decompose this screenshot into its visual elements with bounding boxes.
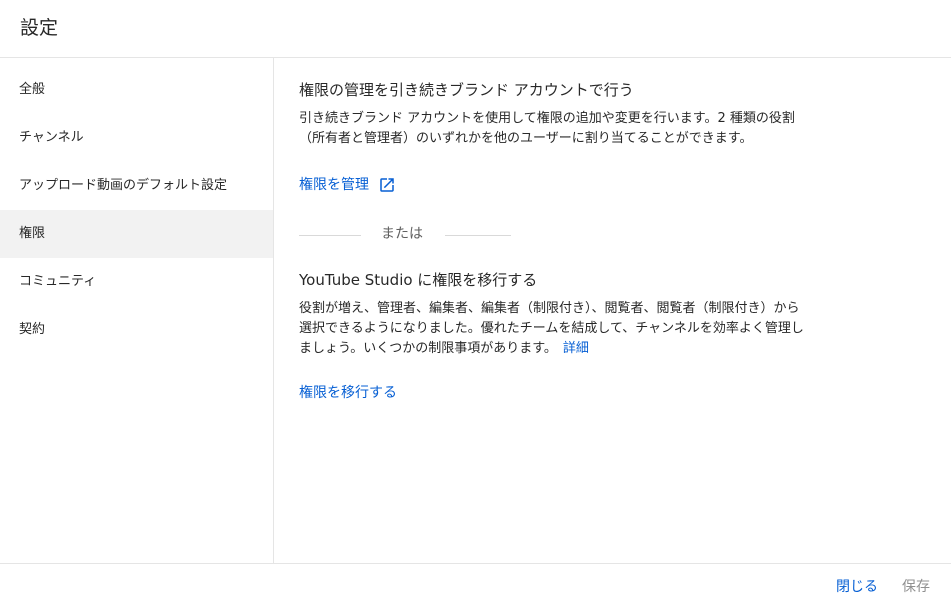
studio-migration-desc-line-3-wrapper: ましょう。いくつかの制限事項があります。 詳細 [299, 339, 589, 359]
studio-migration-desc-line-3: ましょう。いくつかの制限事項があります。 [299, 341, 557, 356]
close-button[interactable]: 閉じる [836, 576, 878, 598]
dialog-footer: 閉じる 保存 [0, 563, 951, 611]
sidebar-item-general[interactable]: 全般 [0, 66, 273, 114]
sidebar-item-upload-defaults[interactable]: アップロード動画のデフォルト設定 [0, 162, 273, 210]
manage-permissions-link[interactable]: 権限を管理 [299, 174, 396, 196]
sidebar-item-permissions[interactable]: 権限 [0, 210, 273, 258]
studio-migration-section-title: YouTube Studio に権限を移行する [299, 271, 538, 289]
save-button[interactable]: 保存 [902, 576, 930, 598]
open-in-new-icon [378, 176, 396, 194]
brand-account-desc-line-2: （所有者と管理者）のいずれかを他のユーザーに割り当てることができます。 [299, 131, 753, 146]
brand-account-section-title: 権限の管理を引き続きブランド アカウントで行う [299, 81, 634, 99]
manage-permissions-label: 権限を管理 [299, 177, 369, 193]
settings-sidebar: 全般 チャンネル アップロード動画のデフォルト設定 権限 コミュニティ 契約 [0, 58, 274, 563]
divider-line-left [299, 235, 361, 236]
studio-migration-desc-line-1: 役割が増え、管理者、編集者、編集者（制限付き）、閲覧者、閲覧者（制限付き）から [299, 301, 800, 316]
brand-account-desc-line-1: 引き続きブランド アカウントを使用して権限の追加や変更を行います。2 種類の役割 [299, 111, 795, 126]
sidebar-item-channel[interactable]: チャンネル [0, 114, 273, 162]
migrate-permissions-link[interactable]: 権限を移行する [299, 382, 397, 404]
sidebar-list: 全般 チャンネル アップロード動画のデフォルト設定 権限 コミュニティ 契約 [0, 58, 273, 354]
sidebar-item-community[interactable]: コミュニティ [0, 258, 273, 306]
or-divider: または [299, 223, 511, 245]
divider-line-right [445, 235, 511, 236]
dialog-header: 設定 [0, 0, 951, 58]
dialog-title: 設定 [20, 17, 59, 39]
settings-dialog: 設定 全般 チャンネル アップロード動画のデフォルト設定 権限 コミュニティ 契… [0, 0, 951, 611]
details-link[interactable]: 詳細 [563, 341, 589, 356]
studio-migration-desc-line-2: 選択できるようになりました。優れたチームを結成して、チャンネルを効率よく管理し [299, 321, 804, 336]
sidebar-item-agreements[interactable]: 契約 [0, 306, 273, 354]
or-divider-text: または [381, 226, 423, 242]
